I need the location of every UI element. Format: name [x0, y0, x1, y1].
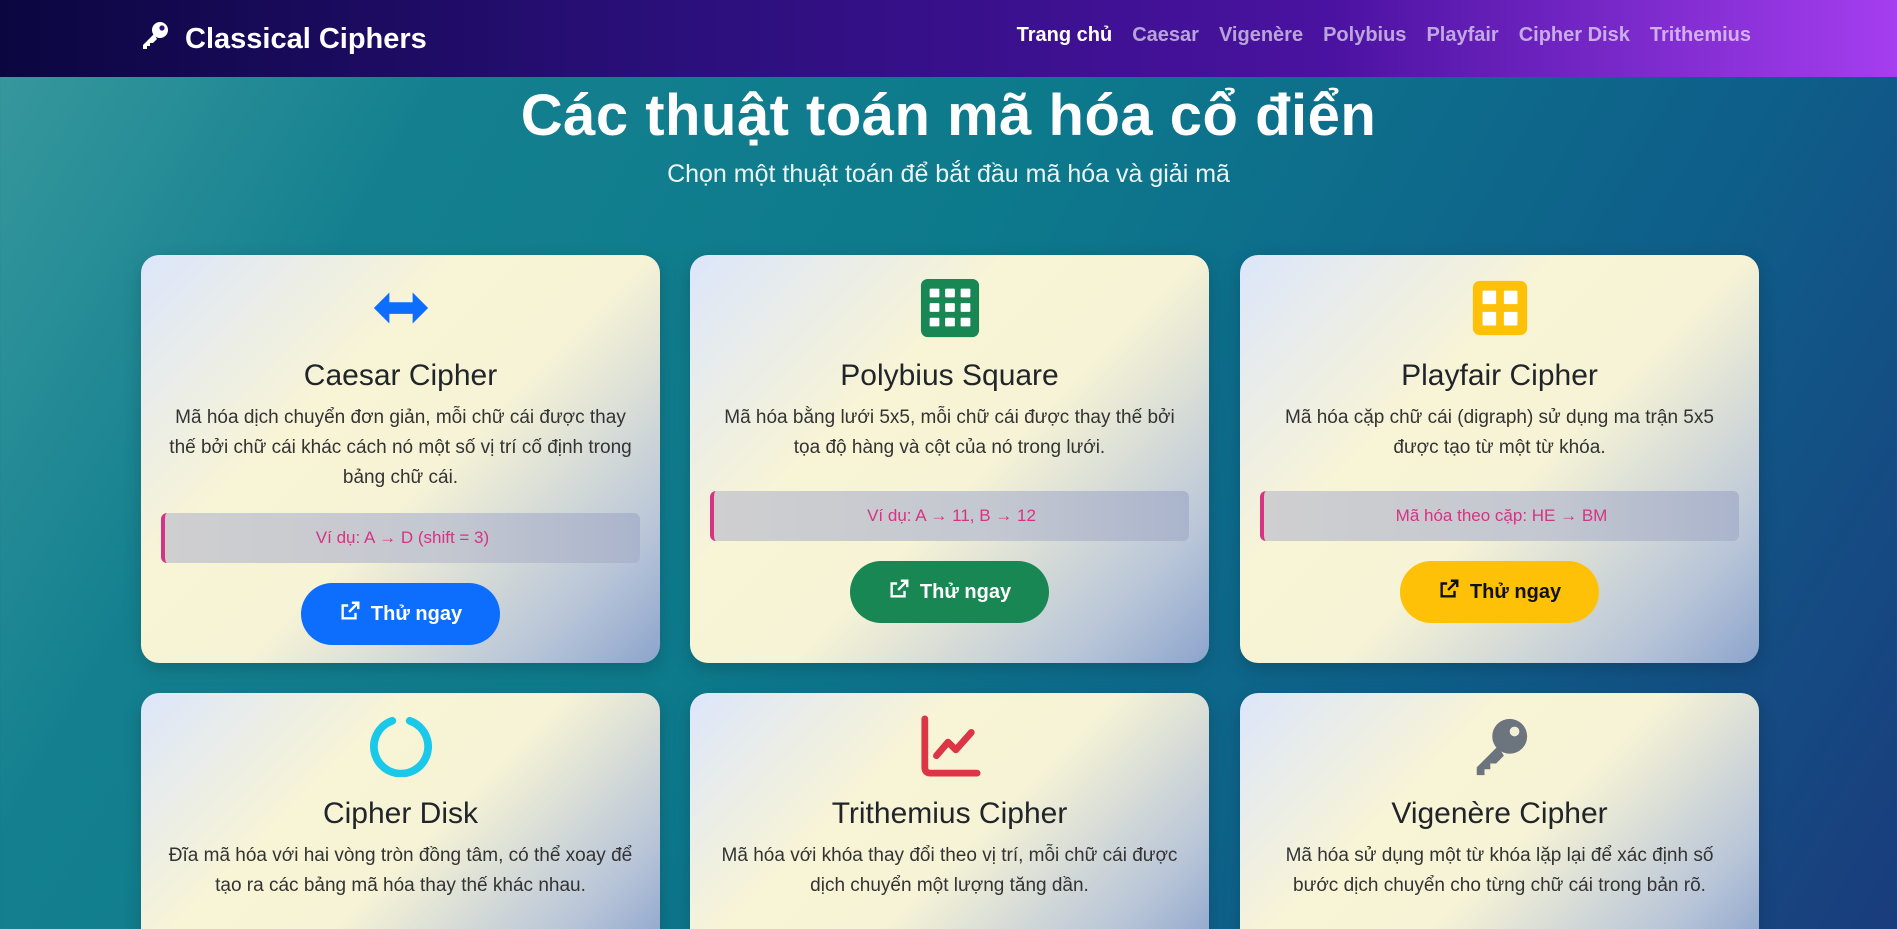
card-playfair: Playfair Cipher Mã hóa cặp chữ cái (digr…	[1240, 255, 1759, 663]
card-title: Cipher Disk	[322, 797, 479, 830]
external-link-icon	[1438, 578, 1460, 606]
grid-2x2-icon	[1240, 277, 1759, 339]
card-title: Polybius Square	[840, 359, 1059, 392]
key-icon	[139, 19, 171, 59]
card-description: Mã hóa dịch chuyển đơn giản, mỗi chữ cái…	[169, 407, 632, 488]
card-example: Ví dụ: A → D (shift = 3)	[161, 513, 640, 563]
card-example-text: Mã hóa theo cặp: HE → BM	[1395, 506, 1608, 525]
card-example: Ví dụ: A → 11, B → 12	[710, 491, 1189, 541]
navbar: Classical Ciphers Trang chủ Caesar Vigen…	[0, 0, 1897, 77]
card-title: Trithemius Cipher	[831, 797, 1068, 830]
chart-line-icon	[690, 715, 1209, 777]
try-now-label: Thử ngay	[370, 602, 463, 625]
external-link-icon	[339, 600, 361, 628]
nav-link-home[interactable]: Trang chủ	[1017, 24, 1113, 47]
card-description: Đĩa mã hóa với hai vòng tròn đồng tâm, c…	[168, 845, 633, 896]
try-now-button[interactable]: Thử ngay	[849, 561, 1050, 623]
card-description: Mã hóa sử dụng một từ khóa lặp lại để xá…	[1285, 845, 1714, 896]
card-cipher-disk: Cipher Disk Đĩa mã hóa với hai vòng tròn…	[141, 693, 660, 929]
nav-link-trithemius[interactable]: Trithemius	[1650, 24, 1751, 47]
card-caesar: Caesar Cipher Mã hóa dịch chuyển đơn giả…	[141, 255, 660, 663]
brand-label: Classical Ciphers	[185, 22, 427, 55]
nav-links: Trang chủ Caesar Vigenère Polybius Playf…	[1017, 24, 1751, 47]
nav-link-playfair[interactable]: Playfair	[1426, 24, 1498, 47]
card-description: Mã hóa với khóa thay đổi theo vị trí, mỗ…	[721, 845, 1178, 896]
card-description: Mã hóa bằng lưới 5x5, mỗi chữ cái được t…	[724, 407, 1175, 458]
card-example-text: Ví dụ: A → 11, B → 12	[867, 506, 1036, 525]
card-example: Mã hóa theo cặp: HE → BM	[1260, 491, 1739, 541]
card-example-text: Ví dụ: A → D (shift = 3)	[315, 528, 490, 547]
nav-link-cipher-disk[interactable]: Cipher Disk	[1519, 24, 1630, 47]
try-now-button[interactable]: Thử ngay	[1399, 561, 1600, 623]
card-title: Vigenère Cipher	[1391, 797, 1608, 830]
brand-link[interactable]: Classical Ciphers	[139, 20, 427, 58]
key-icon	[1240, 715, 1759, 777]
card-polybius: Polybius Square Mã hóa bằng lưới 5x5, mỗ…	[690, 255, 1209, 663]
card-vigenere: Vigenère Cipher Mã hóa sử dụng một từ kh…	[1240, 693, 1759, 929]
card-title: Caesar Cipher	[303, 359, 498, 392]
card-trithemius: Trithemius Cipher Mã hóa với khóa thay đ…	[690, 693, 1209, 929]
external-link-icon	[888, 578, 910, 606]
card-description: Mã hóa cặp chữ cái (digraph) sử dụng ma …	[1285, 407, 1714, 458]
try-now-label: Thử ngay	[919, 580, 1012, 603]
nav-link-polybius[interactable]: Polybius	[1323, 24, 1406, 47]
circle-notch-icon	[141, 715, 660, 777]
arrows-horizontal-icon	[141, 277, 660, 339]
nav-link-caesar[interactable]: Caesar	[1132, 24, 1199, 47]
try-now-button[interactable]: Thử ngay	[300, 583, 501, 645]
try-now-label: Thử ngay	[1469, 580, 1562, 603]
page-subtitle: Chọn một thuật toán để bắt đầu mã hóa và…	[667, 160, 1230, 188]
nav-link-vigenere[interactable]: Vigenère	[1219, 24, 1303, 47]
card-title: Playfair Cipher	[1401, 359, 1598, 392]
grid-3x3-icon	[690, 277, 1209, 339]
page-title: Các thuật toán mã hóa cổ điển	[520, 83, 1377, 148]
